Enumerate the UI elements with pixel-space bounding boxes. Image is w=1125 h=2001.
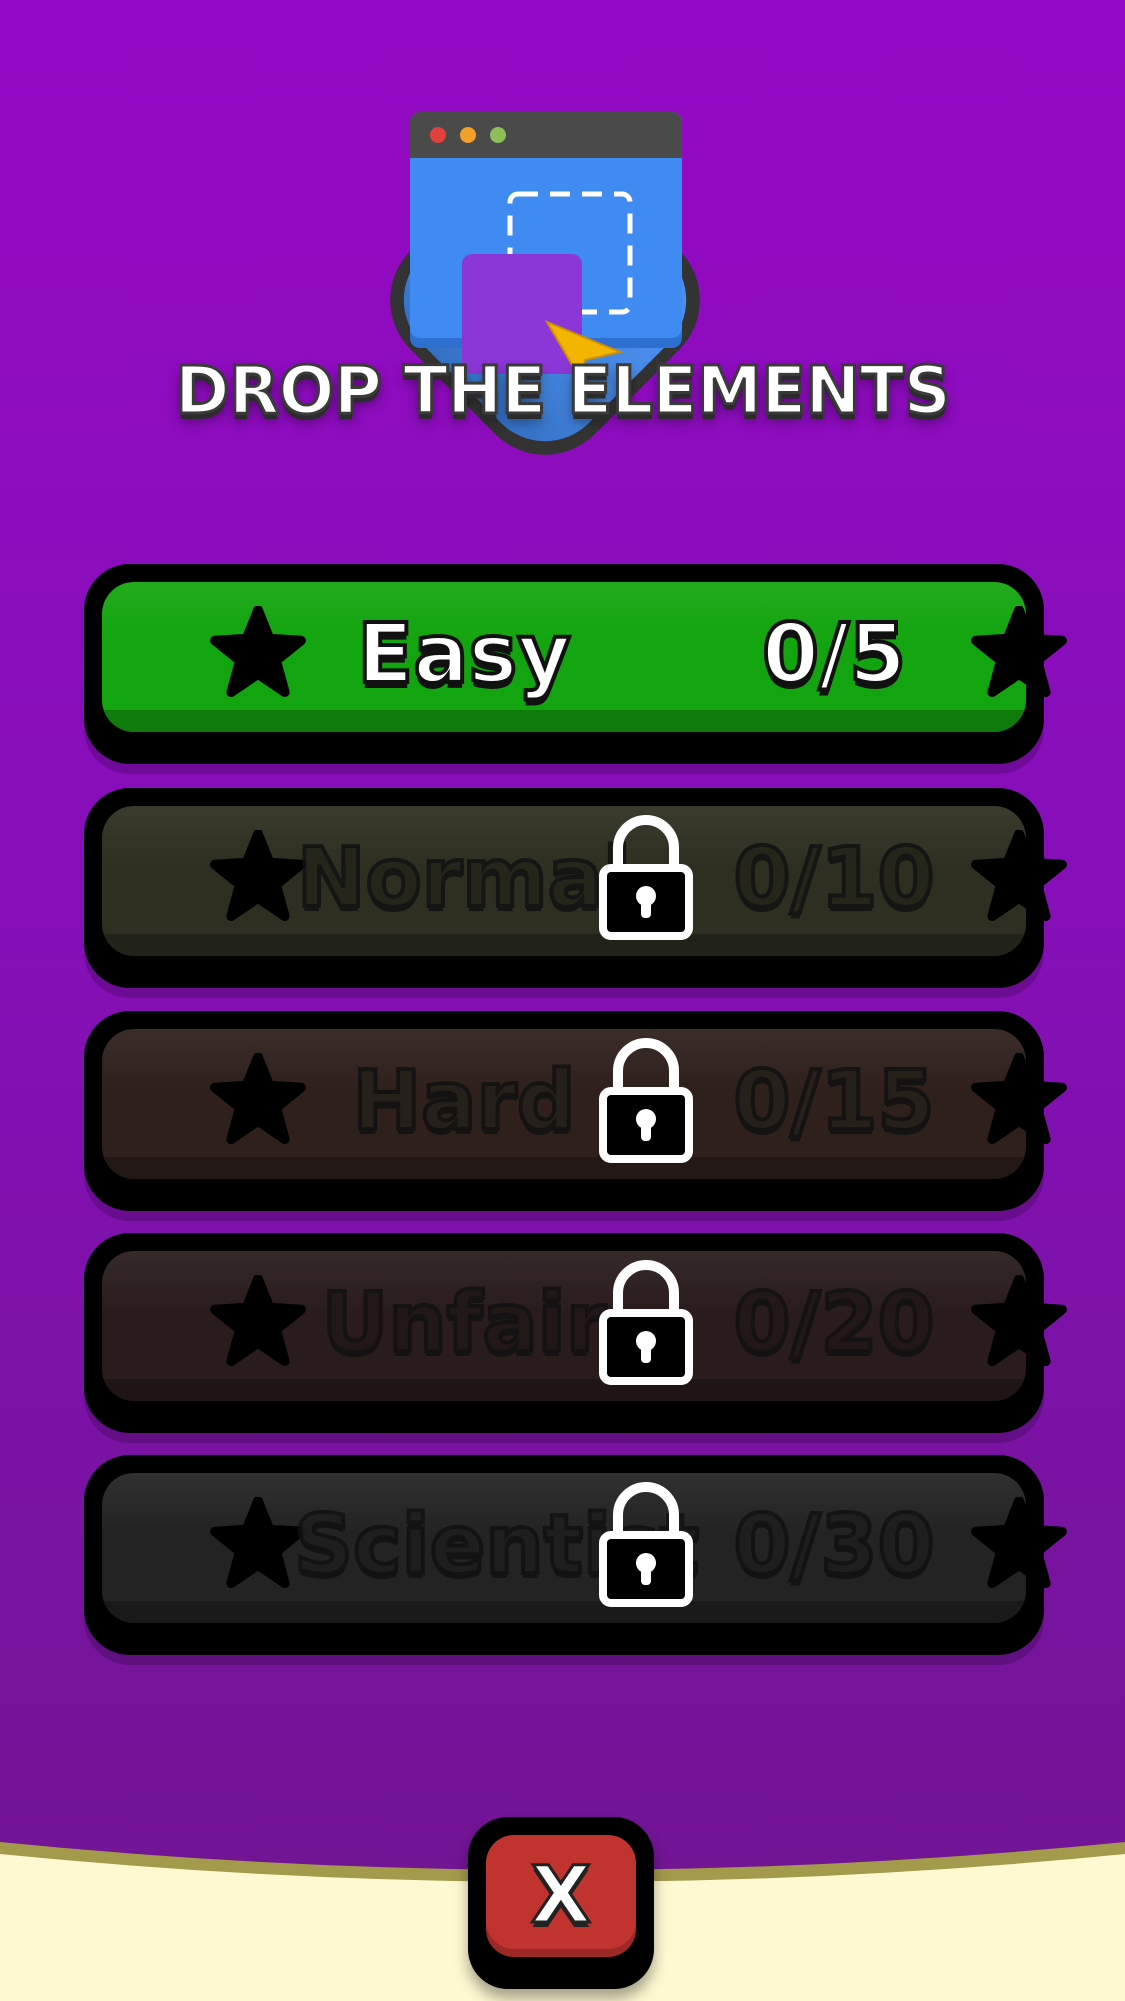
level-name: Easy: [355, 605, 573, 704]
close-button[interactable]: X: [468, 1817, 654, 1989]
level-name: Unfair: [320, 1274, 609, 1373]
level-row-normal[interactable]: Normal 0/10: [84, 788, 1067, 988]
level-name: Normal: [295, 829, 633, 928]
star-icon: [971, 606, 1067, 698]
padlock-icon: [599, 815, 693, 940]
level-row-hard[interactable]: Hard 0/15: [84, 1011, 1067, 1211]
star-icon: [210, 1053, 306, 1145]
game-title: DROP THE ELEMENTS: [173, 351, 952, 431]
level-row-easy[interactable]: Easy 0/5: [84, 564, 1067, 764]
padlock-icon: [599, 1038, 693, 1163]
level-row-unfair[interactable]: Unfair 0/20: [84, 1233, 1067, 1433]
close-label: X: [529, 1850, 592, 1943]
level-select-screen: DROP THE ELEMENTS Easy 0/5 Normal 0/10 H…: [0, 0, 1125, 2001]
close-button-face: X: [486, 1835, 636, 1957]
padlock-icon: [599, 1482, 693, 1607]
level-row-scientist[interactable]: Scientist 0/30: [84, 1455, 1067, 1655]
star-icon: [210, 1275, 306, 1367]
star-icon: [210, 1497, 306, 1589]
star-icon: [971, 830, 1067, 922]
level-progress: 0/10: [731, 829, 936, 928]
level-progress: 0/15: [731, 1052, 936, 1151]
star-icon: [971, 1275, 1067, 1367]
level-name: Scientist: [292, 1496, 701, 1595]
padlock-icon: [599, 1260, 693, 1385]
star-icon: [210, 606, 306, 698]
level-progress: 0/30: [731, 1496, 936, 1595]
star-icon: [971, 1053, 1067, 1145]
level-name: Hard: [350, 1052, 577, 1151]
browser-window-drag-icon: [390, 112, 700, 455]
star-icon: [210, 830, 306, 922]
star-icon: [971, 1497, 1067, 1589]
level-progress: 0/5: [760, 605, 908, 704]
level-progress: 0/20: [731, 1274, 936, 1373]
